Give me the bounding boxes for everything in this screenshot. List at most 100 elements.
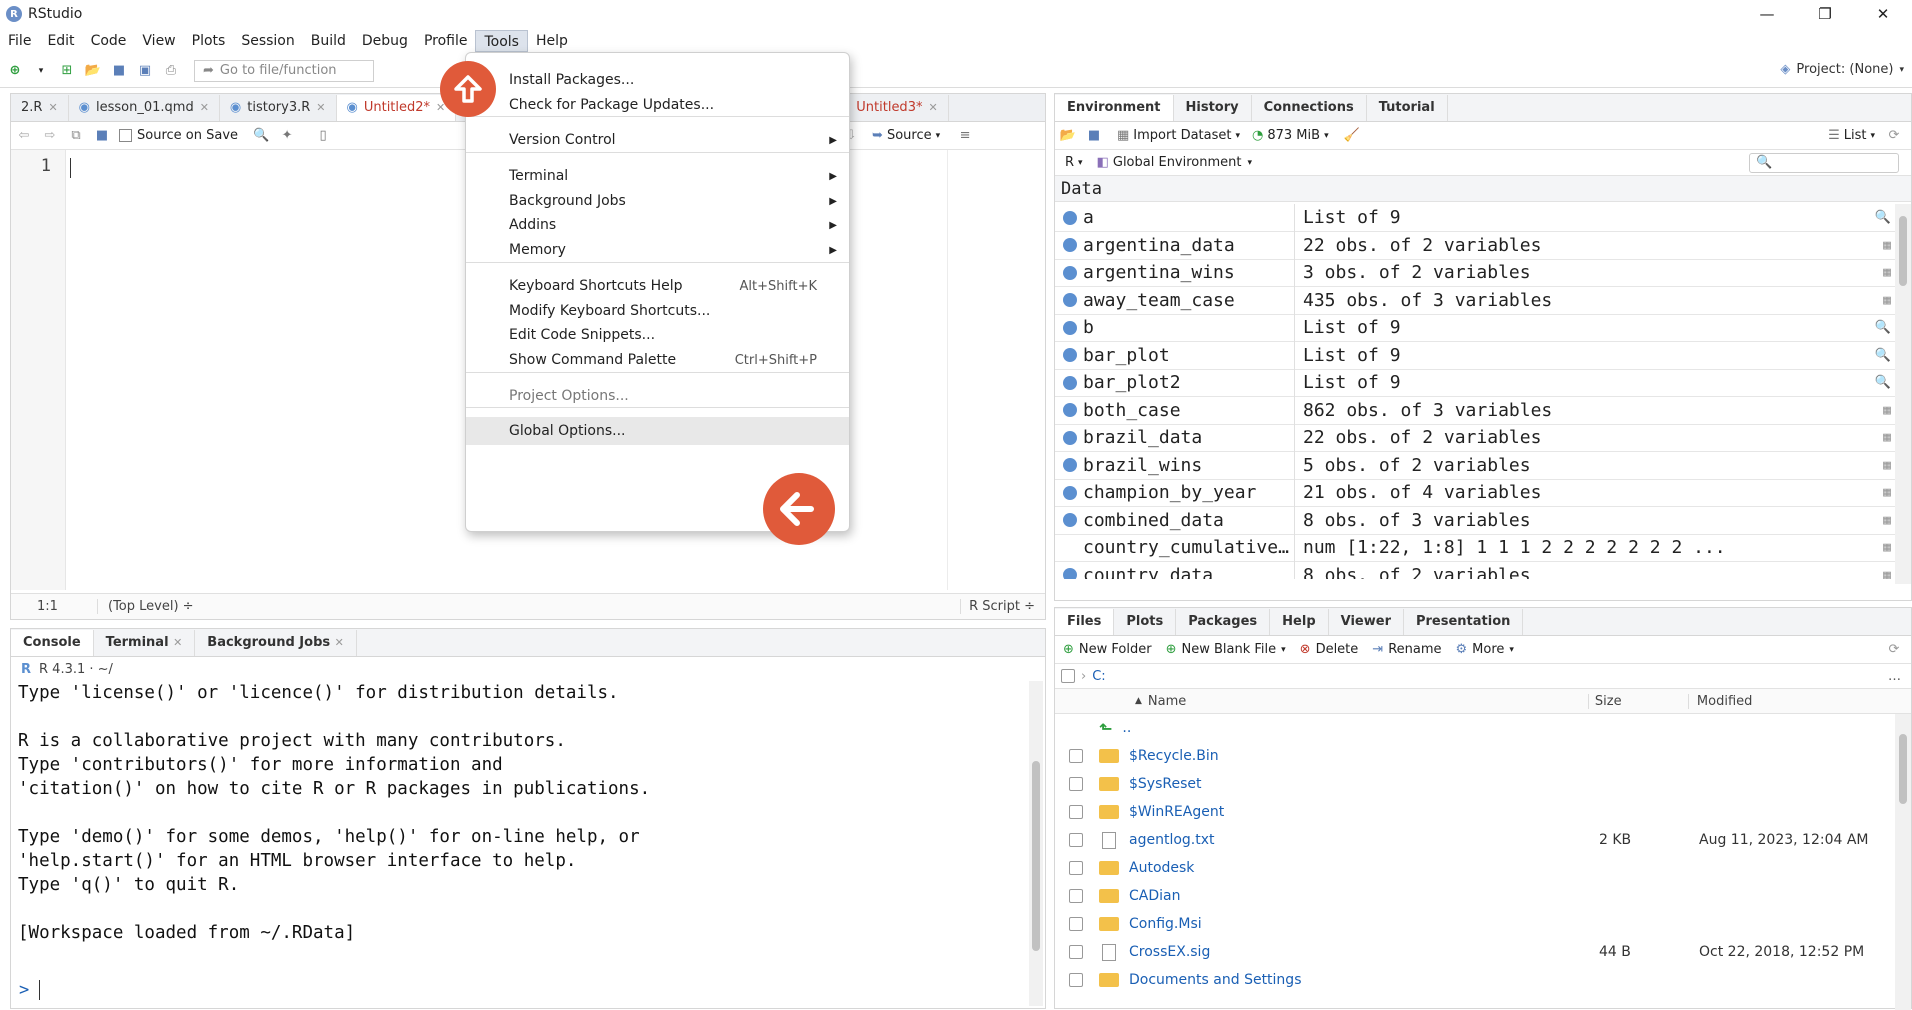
editor-tab[interactable]: Untitled3* ✕ [846,95,949,121]
scope-selector[interactable]: Global Environment [1113,155,1242,170]
tab-tutorial[interactable]: Tutorial [1367,95,1448,121]
import-dataset-button[interactable]: ▦ Import Dataset ▾ [1117,128,1240,143]
file-row[interactable]: Config.Msi [1055,910,1895,938]
environment-row[interactable]: bar_plot2 List of 9 🔍 [1055,368,1895,397]
load-workspace-icon[interactable]: 📂 [1059,127,1077,145]
new-project-icon[interactable]: ⊞ [58,62,76,80]
source-on-save-checkbox[interactable] [119,129,132,142]
expand-icon[interactable] [1063,210,1077,225]
menu-item-edit-code-snippets[interactable]: Edit Code Snippets... [466,321,849,349]
tab-plots[interactable]: Plots [1114,609,1177,635]
menu-item-memory[interactable]: Memory ▶ [466,236,849,264]
search-icon[interactable]: 🔍 [1875,210,1891,225]
console-input[interactable]: > [19,980,41,1000]
menu-debug[interactable]: Debug [354,30,416,52]
minimize-button[interactable]: — [1738,0,1796,28]
file-name[interactable]: CrossEX.sig [1129,944,1599,960]
expand-icon[interactable] [1063,403,1077,417]
view-mode-button[interactable]: ☰ List ▾ [1828,128,1875,143]
table-icon[interactable]: ▦ [1883,568,1891,580]
table-icon[interactable]: ▦ [1883,430,1891,445]
more-path-icon[interactable]: … [1888,669,1901,684]
tab-viewer[interactable]: Viewer [1329,609,1404,635]
table-icon[interactable]: ▦ [1883,403,1891,418]
expand-icon[interactable] [1063,375,1077,390]
file-checkbox[interactable] [1069,777,1083,791]
expand-icon[interactable] [1063,430,1077,445]
file-name[interactable]: $SysReset [1129,776,1599,792]
menu-view[interactable]: View [134,30,183,52]
file-checkbox[interactable] [1069,861,1083,875]
file-checkbox[interactable] [1069,749,1083,763]
close-button[interactable]: ✕ [1854,0,1912,28]
broom-icon[interactable]: 🧹 [1343,127,1361,145]
file-name[interactable]: agentlog.txt [1129,832,1599,848]
tab-files[interactable]: Files [1055,609,1115,635]
expand-icon[interactable] [1063,238,1077,252]
file-row[interactable]: $WinREAgent [1055,798,1895,826]
menu-item-show-command-palette[interactable]: Show Command Palette Ctrl+Shift+P [466,346,849,374]
tab-terminal[interactable]: Terminal ✕ [94,630,196,656]
scope-selector[interactable]: (Top Level) ÷ [97,599,194,614]
expand-icon[interactable] [1063,348,1077,362]
file-checkbox[interactable] [1069,805,1083,819]
memory-usage-button[interactable]: ◔ 873 MiB ▾ [1252,128,1329,143]
tab-background-jobs[interactable]: Background Jobs ✕ [195,630,357,656]
file-row[interactable]: agentlog.txt 2 KB Aug 11, 2023, 12:04 AM [1055,826,1895,854]
table-icon[interactable]: ▦ [1883,265,1891,280]
menu-session[interactable]: Session [233,30,302,52]
file-row[interactable]: $SysReset [1055,770,1895,798]
search-icon[interactable]: 🔍 [1875,320,1891,335]
expand-icon[interactable] [1063,485,1077,500]
menu-item-install-packages[interactable]: Install Packages... [466,66,849,94]
forward-icon[interactable]: ⇨ [41,127,59,145]
table-icon[interactable]: ▦ [1883,540,1891,555]
outline-list-icon[interactable]: ≡ [956,127,974,145]
outline-icon[interactable]: ▯ [314,127,332,145]
environment-scrollbar[interactable] [1895,204,1911,584]
menu-file[interactable]: File [0,30,39,52]
search-icon[interactable]: 🔍 [1875,348,1891,363]
table-icon[interactable]: ▦ [1883,485,1891,500]
file-type-selector[interactable]: R Script ÷ [960,599,1035,614]
tab-packages[interactable]: Packages [1176,609,1271,635]
file-checkbox[interactable] [1069,889,1083,903]
file-row[interactable]: Autodesk [1055,854,1895,882]
more-button[interactable]: ⚙ More ▾ [1456,642,1514,657]
refresh-icon[interactable]: ⟳ [1885,641,1903,659]
expand-icon[interactable] [1063,513,1077,527]
new-blank-file-button[interactable]: ⊕ New Blank File ▾ [1166,642,1286,657]
file-name[interactable]: $Recycle.Bin [1129,748,1599,764]
search-icon[interactable]: 🔍 [252,127,270,145]
environment-row[interactable]: country_cumulative… num [1:22, 1:8] 1 1 1… [1055,533,1895,562]
column-size[interactable]: Size [1587,693,1688,709]
tab-connections[interactable]: Connections [1252,95,1367,121]
environment-row[interactable]: combined_data 8 obs. of 3 variables ▦ [1055,506,1895,535]
menu-code[interactable]: Code [83,30,135,52]
menu-item-check-for-package-updates[interactable]: Check for Package Updates... [466,91,849,119]
tab-help[interactable]: Help [1270,609,1329,635]
file-row[interactable]: $Recycle.Bin [1055,742,1895,770]
file-name[interactable]: Config.Msi [1129,916,1599,932]
file-checkbox[interactable] [1069,973,1083,987]
column-name[interactable]: Name [1148,694,1588,709]
environment-row[interactable]: both_case 862 obs. of 3 variables ▦ [1055,396,1895,425]
environment-row[interactable]: brazil_wins 5 obs. of 2 variables ▦ [1055,451,1895,480]
new-folder-button[interactable]: ⊕ New Folder [1063,642,1152,657]
environment-row[interactable]: a List of 9 🔍 [1055,204,1895,232]
maximize-button[interactable]: ❐ [1796,0,1854,28]
wand-icon[interactable]: ✦ [278,127,296,145]
file-name[interactable]: Documents and Settings [1129,972,1599,988]
file-row[interactable]: CrossEX.sig 44 B Oct 22, 2018, 12:52 PM [1055,938,1895,966]
tab-console[interactable]: Console [11,630,94,656]
expand-icon[interactable] [1063,320,1077,335]
file-row[interactable]: CADian [1055,882,1895,910]
scrollbar-thumb[interactable] [1899,216,1907,286]
save-all-icon[interactable]: ▣ [136,62,154,80]
file-checkbox[interactable] [1069,945,1083,959]
expand-icon[interactable] [1063,458,1077,472]
file-checkbox[interactable] [1069,917,1083,931]
tab-presentation[interactable]: Presentation [1404,609,1524,635]
editor-tab[interactable]: ◉ lesson_01.qmd ✕ [69,95,220,121]
select-all-checkbox[interactable] [1061,669,1075,683]
